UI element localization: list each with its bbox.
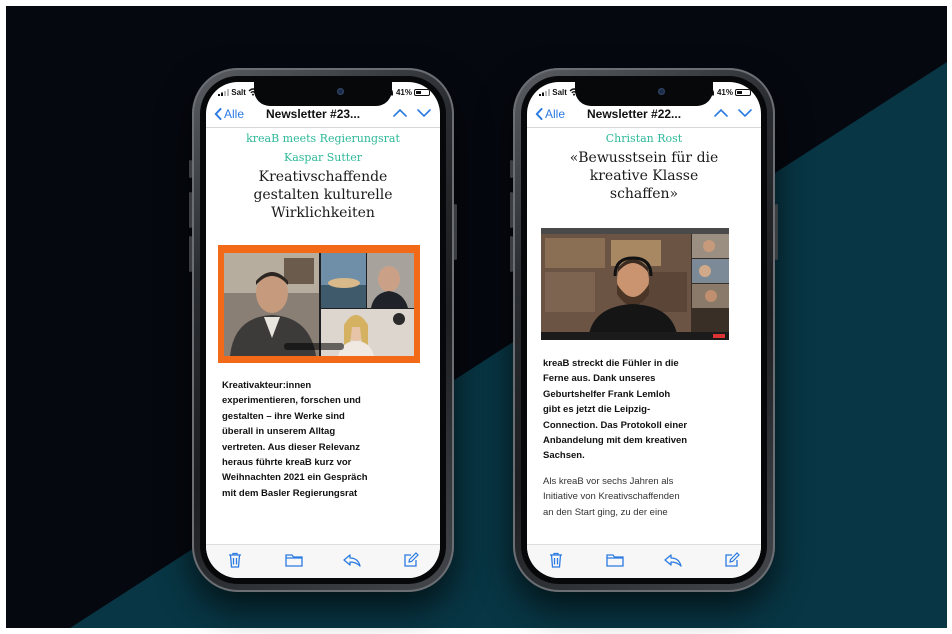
video-call-photo	[218, 245, 420, 363]
volume-down-button	[510, 236, 513, 272]
reply-icon[interactable]	[342, 552, 362, 568]
phone-notch	[254, 82, 392, 106]
chevron-left-icon	[535, 108, 543, 120]
chevron-left-icon	[214, 108, 222, 120]
lead-line: kreaB streckt die Fühler in die	[543, 358, 679, 369]
lead-line: Sachsen.	[543, 450, 585, 462]
lead-line: Connection. Das Protokoll einer	[543, 419, 688, 431]
intro-line: überall in unserem Alltag	[222, 426, 336, 438]
intro-line: gestalten – ihre Werke sind	[222, 410, 345, 422]
phone-left: Salt 13:32 41% Alle Newsletter #23...	[189, 68, 457, 592]
lead-line: Ferne aus. Dank unseres	[543, 373, 656, 385]
battery: 41%	[708, 88, 751, 97]
article-lead: kreaB streckt die Fühler in die Ferne au…	[527, 356, 761, 464]
intro-line: heraus führte kreaB kurz vor	[222, 457, 352, 469]
intro-line: Weihnachten 2021 ein Gespräch	[222, 472, 368, 484]
message-body: Christan Rost «Bewusstsein für die kreat…	[527, 128, 761, 544]
lead-line: Anbandelung mit dem kreativen	[543, 435, 688, 447]
power-button	[775, 204, 778, 260]
text-line: Initiative von Kreativschaffenden	[543, 491, 680, 503]
article-text: Als kreaB vor sechs Jahren als Initiativ…	[527, 474, 761, 520]
headline-line: «Bewusstsein für die	[569, 150, 719, 166]
chevron-up-icon[interactable]	[713, 105, 729, 121]
compose-icon[interactable]	[722, 552, 742, 568]
volume-up-button	[189, 192, 192, 228]
power-button	[454, 204, 457, 260]
headline-line: kreative Klasse	[589, 168, 699, 184]
lead-line: Geburtshelfer Frank Lemloh	[543, 388, 671, 400]
mail-screen: Salt 13:33 41% Alle Newsletter #22...	[527, 82, 761, 578]
volume-up-button	[510, 192, 513, 228]
video-call-image	[541, 228, 729, 340]
kicker-line: Christan Rost	[605, 132, 683, 145]
compose-icon[interactable]	[401, 552, 421, 568]
kicker-line: Kaspar Sutter	[283, 151, 362, 164]
camera-icon	[337, 88, 344, 95]
chevron-down-icon[interactable]	[416, 105, 432, 121]
folder-icon[interactable]	[605, 552, 625, 568]
kicker-line: kreaB meets Regierungsrat	[246, 132, 400, 145]
back-button[interactable]: Alle	[214, 107, 244, 121]
back-label: Alle	[224, 107, 245, 121]
text-line: Als kreaB vor sechs Jahren als	[543, 476, 674, 487]
trash-icon[interactable]	[546, 552, 566, 568]
mute-switch	[510, 160, 513, 178]
article-intro: Kreativakteur:innen experimentieren, for…	[206, 378, 440, 501]
battery-icon	[414, 89, 430, 96]
headline-line: Kreativschaffende	[258, 169, 388, 185]
message-body: kreaB meets Regierungsrat Kaspar Sutter …	[206, 128, 440, 544]
headline-line: gestalten kulturelle	[253, 187, 393, 203]
background	[0, 0, 952, 634]
battery-icon	[735, 89, 751, 96]
intro-line: Kreativakteur:innen	[222, 380, 312, 391]
mail-navbar: Alle Newsletter #23...	[206, 103, 440, 128]
article-headline: «Bewusstsein für die kreative Klasse sch…	[527, 149, 761, 203]
camera-icon	[658, 88, 665, 95]
mail-toolbar	[206, 544, 440, 578]
battery-percent: 41%	[716, 88, 733, 97]
mail-toolbar	[527, 544, 761, 578]
headline-line: Wirklichkeiten	[271, 205, 375, 221]
video-call-image	[224, 253, 414, 356]
intro-line: vertreten. Aus dieser Relevanz	[222, 441, 360, 453]
phone-notch	[575, 82, 713, 106]
video-call-photo	[541, 228, 729, 340]
article-kicker: kreaB meets Regierungsrat Kaspar Sutter	[206, 129, 440, 167]
mail-navbar: Alle Newsletter #22...	[527, 103, 761, 128]
back-button[interactable]: Alle	[535, 107, 565, 121]
battery: 41%	[387, 88, 430, 97]
headline-line: schaffen»	[609, 186, 679, 202]
chevron-up-icon[interactable]	[392, 105, 408, 121]
promo-stage: Salt 13:32 41% Alle Newsletter #23...	[0, 0, 952, 634]
chevron-down-icon[interactable]	[737, 105, 753, 121]
phone-right: Salt 13:33 41% Alle Newsletter #22...	[510, 68, 778, 592]
mute-switch	[189, 160, 192, 178]
article-kicker: Christan Rost	[527, 129, 761, 148]
battery-percent: 41%	[395, 88, 412, 97]
message-title: Newsletter #23...	[266, 107, 361, 121]
trash-icon[interactable]	[225, 552, 245, 568]
article-headline: Kreativschaffende gestalten kulturelle W…	[206, 168, 440, 222]
folder-icon[interactable]	[284, 552, 304, 568]
lead-line: gibt es jetzt die Leipzig-	[543, 404, 651, 416]
intro-line: mit dem Basler Regierungsrat	[222, 487, 358, 499]
reply-icon[interactable]	[663, 552, 683, 568]
intro-line: experimentieren, forschen und	[222, 395, 361, 407]
battery-level	[737, 91, 742, 94]
message-title: Newsletter #22...	[587, 107, 682, 121]
mail-screen: Salt 13:32 41% Alle Newsletter #23...	[206, 82, 440, 578]
volume-down-button	[189, 236, 192, 272]
battery-level	[416, 91, 421, 94]
back-label: Alle	[545, 107, 566, 121]
text-line: an den Start ging, zu der eine	[543, 506, 668, 518]
